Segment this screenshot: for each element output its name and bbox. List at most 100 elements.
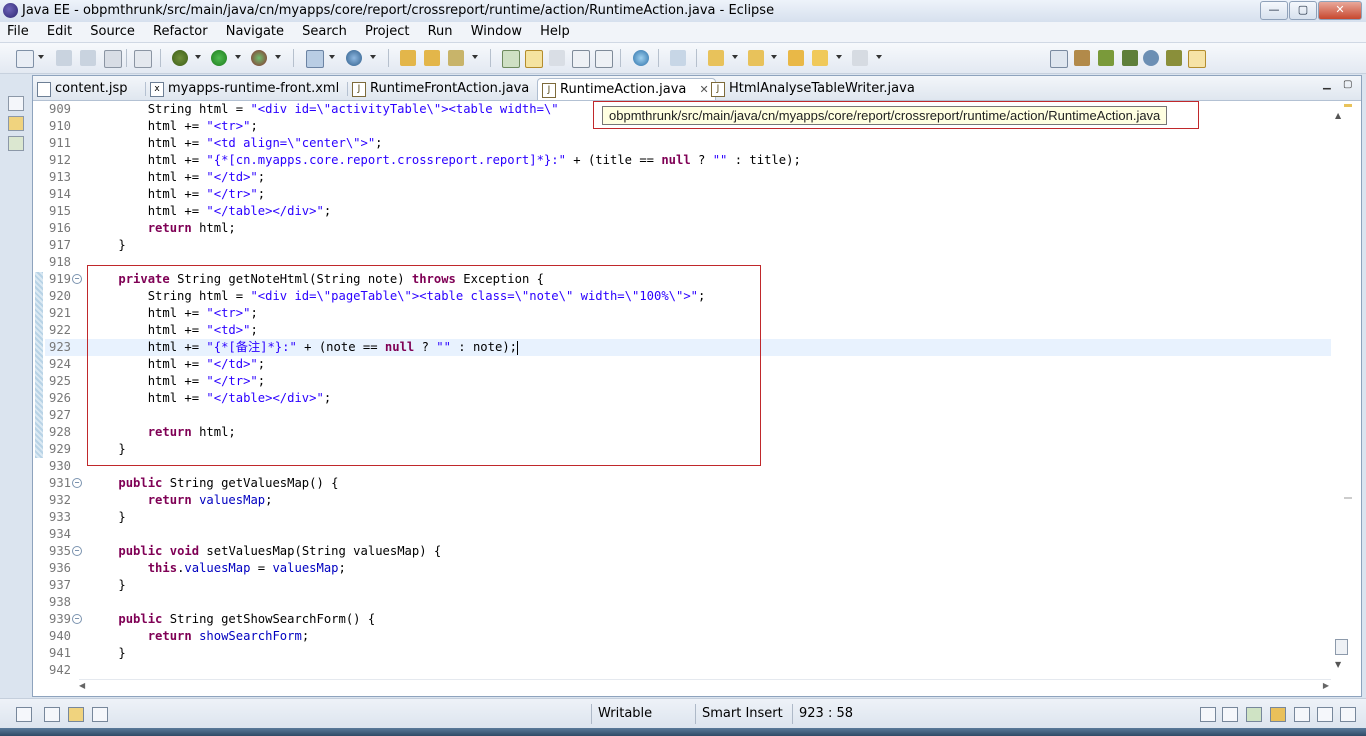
progress-icon[interactable]	[1246, 707, 1262, 722]
toggle-breadcrumb-icon[interactable]	[502, 50, 520, 68]
code-line[interactable]: 938	[45, 594, 1331, 611]
terminal-icon[interactable]	[1317, 707, 1333, 722]
tasks-icon[interactable]	[1270, 707, 1286, 722]
minimize-editor-icon[interactable]: ▁	[1323, 79, 1331, 90]
code-line[interactable]: 932 return valuesMap;	[45, 492, 1331, 509]
code-line[interactable]: 915 html += "</table></div>";	[45, 203, 1331, 220]
menu-navigate[interactable]: Navigate	[219, 22, 291, 39]
code-line[interactable]: 939− public String getShowSearchForm() {	[45, 611, 1331, 628]
code-line[interactable]: 912 html += "{*[cn.myapps.core.report.cr…	[45, 152, 1331, 169]
mark-occurrences-icon[interactable]	[525, 50, 543, 68]
paragraph-icon[interactable]	[595, 50, 613, 68]
occurrence-marker[interactable]	[1344, 497, 1352, 499]
code-line[interactable]: 937 }	[45, 577, 1331, 594]
horizontal-scrollbar[interactable]: ◀ ▶	[79, 679, 1331, 694]
run-dropdown-icon[interactable]	[235, 55, 241, 59]
previous-annotation-dropdown-icon[interactable]	[771, 55, 777, 59]
debug-icon[interactable]	[172, 50, 188, 66]
overview-ruler[interactable]: ▲ ▼	[1335, 101, 1361, 679]
bookmarks-icon[interactable]	[1294, 707, 1310, 722]
block-selection-icon[interactable]	[549, 50, 565, 66]
external-tools-icon[interactable]	[251, 50, 267, 66]
code-line[interactable]: 935− public void setValuesMap(String val…	[45, 543, 1331, 560]
fold-toggle-icon[interactable]: −	[72, 546, 82, 556]
maximize-button[interactable]: ▢	[1289, 1, 1317, 20]
menu-run[interactable]: Run	[421, 22, 460, 39]
debug-dropdown-icon[interactable]	[195, 55, 201, 59]
code-line[interactable]: 917 }	[45, 237, 1331, 254]
annotation-icon[interactable]	[670, 50, 686, 66]
search-dropdown-icon[interactable]	[472, 55, 478, 59]
forward-dropdown-icon[interactable]	[876, 55, 882, 59]
properties-icon[interactable]	[1340, 707, 1356, 722]
scroll-left-arrow-icon[interactable]: ◀	[79, 681, 85, 690]
menu-project[interactable]: Project	[358, 22, 416, 39]
fold-toggle-icon[interactable]: −	[72, 614, 82, 624]
globe-icon[interactable]	[633, 50, 649, 66]
tab-content-jsp[interactable]: content.jsp	[33, 78, 134, 99]
menu-source[interactable]: Source	[83, 22, 142, 39]
menu-file[interactable]: File	[0, 22, 36, 39]
binary-icon[interactable]	[134, 50, 152, 68]
code-line[interactable]: 940 return showSearchForm;	[45, 628, 1331, 645]
menu-window[interactable]: Window	[464, 22, 529, 39]
new-class-dropdown-icon[interactable]	[370, 55, 376, 59]
maximize-editor-icon[interactable]: ▢	[1343, 79, 1352, 90]
print-icon[interactable]	[104, 50, 122, 68]
next-annotation-dropdown-icon[interactable]	[732, 55, 738, 59]
scroll-thumb[interactable]	[1335, 639, 1348, 655]
show-whitespace-icon[interactable]	[572, 50, 590, 68]
code-line[interactable]: 941 }	[45, 645, 1331, 662]
new-dropdown-icon[interactable]	[38, 55, 44, 59]
servers-icon[interactable]	[1222, 707, 1238, 722]
problems-icon[interactable]	[68, 707, 84, 722]
perspective-java-icon[interactable]	[1074, 50, 1090, 66]
back-dropdown-icon[interactable]	[836, 55, 842, 59]
scroll-down-arrow-icon[interactable]: ▼	[1335, 660, 1344, 669]
close-button[interactable]: ✕	[1318, 1, 1362, 20]
open-type-icon[interactable]	[400, 50, 416, 66]
new-java-class-icon[interactable]	[346, 50, 362, 66]
code-line[interactable]: 936 this.valuesMap = valuesMap;	[45, 560, 1331, 577]
forward-icon[interactable]	[852, 50, 868, 66]
new-icon[interactable]	[16, 50, 34, 68]
code-line[interactable]: 916 return html;	[45, 220, 1331, 237]
view-menu-icon[interactable]	[1200, 707, 1216, 722]
run-icon[interactable]	[211, 50, 227, 66]
open-perspective-icon[interactable]	[1050, 50, 1068, 68]
console-icon[interactable]	[44, 707, 60, 722]
perspective-svn-icon[interactable]	[1166, 50, 1182, 66]
perspective-web-icon[interactable]	[1143, 50, 1159, 66]
new-server-icon[interactable]	[306, 50, 324, 68]
restore-view-icon[interactable]	[8, 96, 24, 111]
menu-edit[interactable]: Edit	[40, 22, 79, 39]
save-icon[interactable]	[56, 50, 72, 66]
code-line[interactable]: 913 html += "</td>";	[45, 169, 1331, 186]
menu-search[interactable]: Search	[295, 22, 354, 39]
perspective-javaee-icon[interactable]	[1188, 50, 1206, 68]
package-explorer-icon[interactable]	[8, 116, 24, 131]
new-server-dropdown-icon[interactable]	[329, 55, 335, 59]
menu-refactor[interactable]: Refactor	[146, 22, 215, 39]
code-line[interactable]: 914 html += "</tr>";	[45, 186, 1331, 203]
fast-view-icon[interactable]	[16, 707, 32, 722]
search-icon[interactable]	[448, 50, 464, 66]
tab-runtimeaction-java[interactable]: J RuntimeAction.java ✕	[537, 78, 716, 100]
tab-runtimefrontaction-java[interactable]: J RuntimeFrontAction.java	[348, 78, 535, 99]
scroll-up-arrow-icon[interactable]: ▲	[1335, 111, 1344, 120]
outline-icon[interactable]	[92, 707, 108, 722]
perspective-debug-icon[interactable]	[1098, 50, 1114, 66]
next-annotation-icon[interactable]	[708, 50, 724, 66]
code-line[interactable]: 934	[45, 526, 1331, 543]
last-edit-location-icon[interactable]	[788, 50, 804, 66]
save-all-icon[interactable]	[80, 50, 96, 66]
previous-annotation-icon[interactable]	[748, 50, 764, 66]
code-line[interactable]: 911 html += "<td align=\"center\">";	[45, 135, 1331, 152]
fold-toggle-icon[interactable]: −	[72, 274, 82, 284]
code-line[interactable]: 933 }	[45, 509, 1331, 526]
fold-toggle-icon[interactable]: −	[72, 478, 82, 488]
scroll-right-arrow-icon[interactable]: ▶	[1323, 681, 1329, 690]
minimize-button[interactable]: —	[1260, 1, 1288, 20]
hierarchy-icon[interactable]	[8, 136, 24, 151]
perspective-team-icon[interactable]	[1122, 50, 1138, 66]
